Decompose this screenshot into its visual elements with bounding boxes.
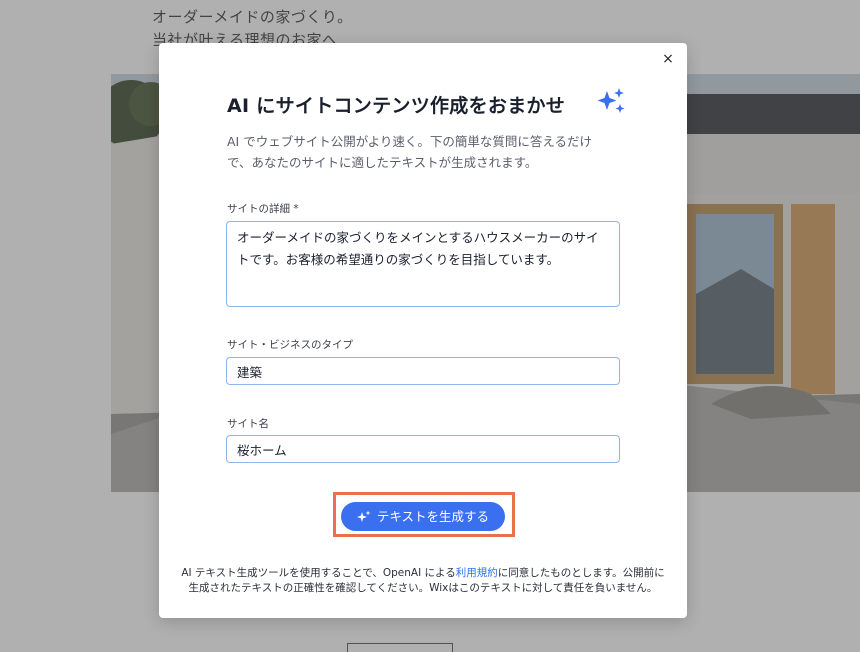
disclaimer-before-link: AI テキスト生成ツールを使用することで、OpenAI による xyxy=(181,567,456,579)
site-name-input[interactable] xyxy=(226,435,620,463)
generate-text-button-label: テキストを生成する xyxy=(376,509,490,524)
dialog-title: AI にサイトコンテンツ作成をおまかせ xyxy=(227,95,566,117)
disclaimer-text: AI テキスト生成ツールを使用することで、OpenAI による利用規約に同意した… xyxy=(179,566,667,596)
page: オーダーメイドの家づくり。 当社が叶える理想のお家へ × AI にサイトコンテン… xyxy=(0,0,860,652)
site-name-label: サイト名 xyxy=(227,418,269,430)
sparkle-icon xyxy=(356,510,371,522)
business-type-label: サイト・ビジネスのタイプ xyxy=(227,339,353,351)
site-details-label: サイトの詳細 * xyxy=(227,203,299,215)
generate-text-button[interactable]: テキストを生成する xyxy=(341,502,505,531)
sparkle-icon xyxy=(597,88,625,113)
terms-link[interactable]: 利用規約 xyxy=(456,567,498,579)
site-details-textarea[interactable]: オーダーメイドの家づくりをメインとするハウスメーカーのサイトです。お客様の希望通… xyxy=(226,221,620,307)
business-type-input[interactable] xyxy=(226,357,620,385)
close-button[interactable]: × xyxy=(660,51,676,67)
ai-content-dialog: × AI にサイトコンテンツ作成をおまかせ AI でウェブサイト公開がより速く。… xyxy=(159,43,687,618)
dialog-description: AI でウェブサイト公開がより速く。下の簡単な質問に答えるだけで、あなたのサイト… xyxy=(227,134,592,170)
